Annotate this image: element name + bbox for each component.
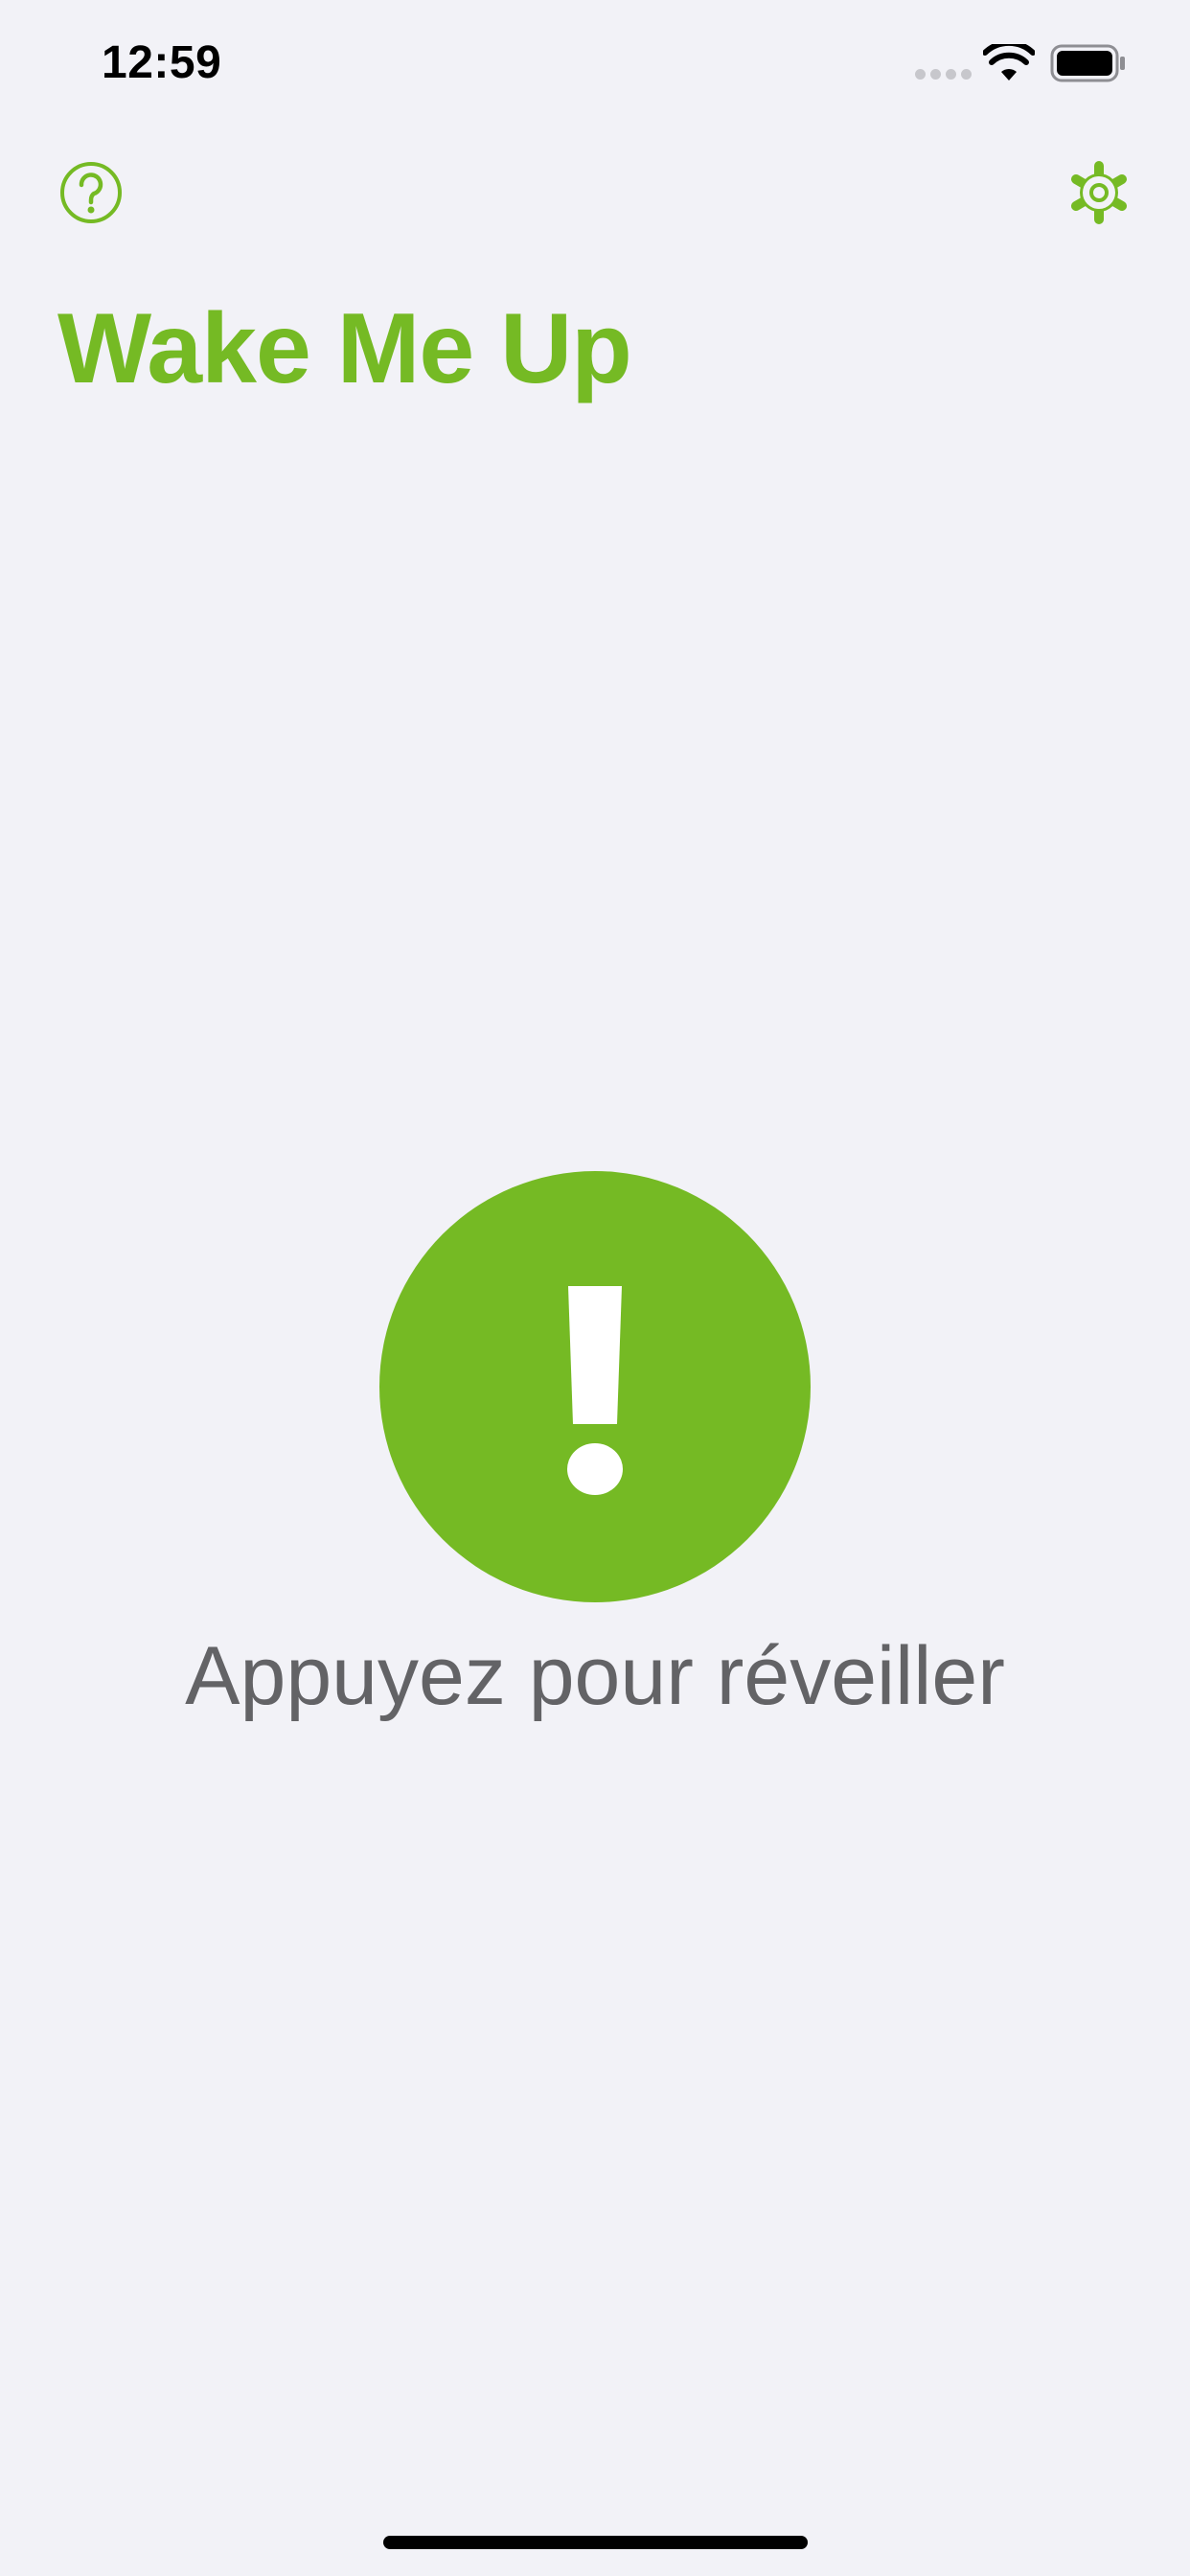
wake-button[interactable] [379,1171,811,1602]
wake-label: Appuyez pour réveiller [185,1630,1005,1722]
gear-icon [1071,161,1127,224]
cellular-signal-icon [915,69,973,80]
exclamation-icon [567,1286,623,1495]
settings-button[interactable] [1064,157,1134,228]
help-circle-icon [60,162,122,223]
status-bar: 12:59 [0,0,1190,126]
wifi-icon [983,44,1035,80]
battery-icon [1050,44,1125,82]
navigation-bar [0,144,1190,240]
status-time: 12:59 [102,37,222,88]
help-button[interactable] [56,157,126,228]
page-title: Wake Me Up [57,293,632,404]
home-indicator[interactable] [383,2536,808,2549]
